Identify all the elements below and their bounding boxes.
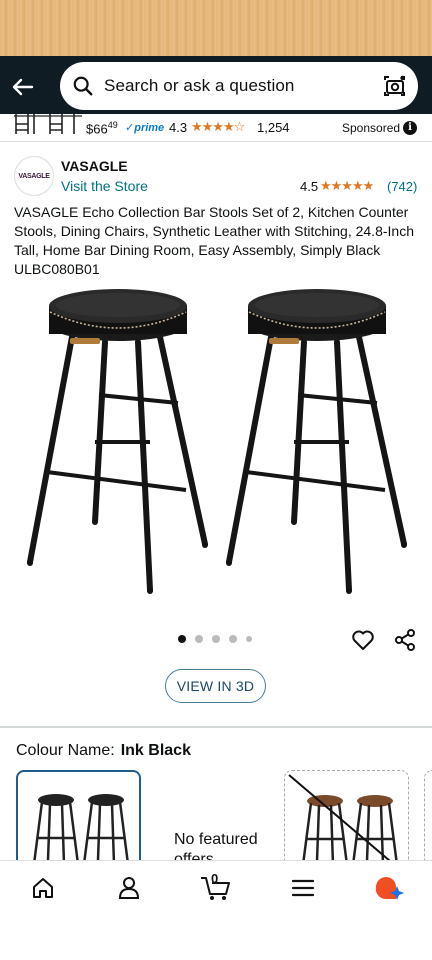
product-stars[interactable]: ★★★★★ <box>320 178 374 194</box>
camera-lens-icon[interactable] <box>382 73 408 99</box>
colour-swatch-more[interactable] <box>424 770 432 870</box>
info-icon[interactable]: i <box>403 121 417 135</box>
sponsored-label: Sponsored <box>342 121 401 135</box>
brand-logo-text: VASAGLE <box>18 172 50 180</box>
price-whole: $66 <box>86 121 108 137</box>
colour-swatch-ink-black[interactable] <box>16 770 141 870</box>
search-input[interactable]: Search or ask a question <box>60 62 418 110</box>
carousel-dot[interactable] <box>195 635 203 643</box>
view-in-3d-button[interactable]: VIEW IN 3D <box>165 669 266 703</box>
product-rating-count[interactable]: (742) <box>387 179 417 194</box>
brown-stools-thumbnail <box>288 774 399 868</box>
carousel-dot[interactable] <box>229 635 237 643</box>
colour-swatch-brown[interactable] <box>284 770 409 870</box>
sponsored-rating: 4.3 <box>169 120 188 135</box>
home-icon[interactable] <box>30 875 56 901</box>
bottom-navigation: 0 <box>0 860 432 960</box>
account-icon[interactable] <box>116 875 142 901</box>
heart-icon[interactable] <box>351 628 375 652</box>
image-carousel-dots[interactable] <box>178 635 252 643</box>
sponsored-product-strip[interactable]: $6649 ✓prime 4.3 ★★★★☆ 1,254 Sponsored i <box>0 114 432 142</box>
visit-store-link[interactable]: Visit the Store <box>61 178 148 194</box>
price-fraction: 49 <box>107 120 118 130</box>
back-arrow-icon[interactable] <box>10 74 36 100</box>
sponsored-stars: ★★★★☆ <box>191 119 245 134</box>
colour-label: Colour Name: <box>16 742 115 759</box>
colour-name-row: Colour Name: Ink Black <box>16 742 191 760</box>
carousel-dot[interactable] <box>246 636 252 642</box>
product-title: VASAGLE Echo Collection Bar Stools Set o… <box>14 204 414 277</box>
prime-badge: ✓prime <box>125 122 165 134</box>
brand-name: VASAGLE <box>61 158 128 174</box>
black-stools-thumbnail <box>32 792 130 866</box>
menu-icon[interactable] <box>290 875 316 901</box>
share-icon[interactable] <box>393 628 417 652</box>
colour-value: Ink Black <box>120 742 191 759</box>
search-placeholder: Search or ask a question <box>104 76 295 95</box>
brand-logo[interactable]: VASAGLE <box>14 156 54 196</box>
sponsored-product-thumbnail <box>14 114 82 134</box>
product-rating[interactable]: 4.5 <box>300 179 318 194</box>
search-icon <box>73 76 93 96</box>
header-bar: Search or ask a question <box>0 56 432 120</box>
sponsored-price: $6649 <box>86 120 118 136</box>
carousel-dot[interactable] <box>178 635 186 643</box>
status-bar-wallpaper <box>0 0 432 56</box>
prime-label: prime <box>134 122 165 134</box>
rufus-icon[interactable] <box>374 875 404 901</box>
cart-count: 0 <box>211 871 219 886</box>
colour-swatch-unavailable[interactable]: No featured offers <box>160 770 285 870</box>
sponsored-rating-count: 1,254 <box>257 120 290 135</box>
bar-stool-illustration <box>27 289 208 594</box>
carousel-dot[interactable] <box>212 635 220 643</box>
section-divider <box>0 726 432 728</box>
product-image[interactable] <box>0 282 432 602</box>
